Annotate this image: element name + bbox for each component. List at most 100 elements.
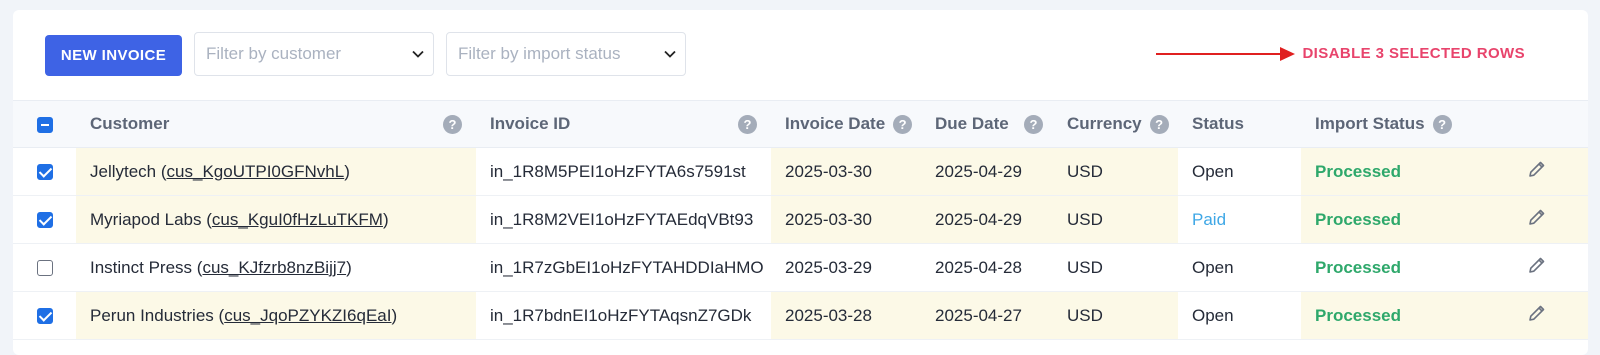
header-due-date-label: Due Date: [935, 114, 1009, 133]
import-status-cell: Processed: [1301, 195, 1486, 244]
due-date-cell: 2025-04-27: [921, 291, 1053, 340]
header-status: Status: [1178, 100, 1301, 148]
customer-filter-placeholder: Filter by customer: [206, 44, 342, 63]
due-date-cell: 2025-04-29: [921, 147, 1053, 196]
pencil-icon[interactable]: [1527, 305, 1547, 327]
new-invoice-button[interactable]: NEW INVOICE: [45, 35, 182, 76]
header-import-status: Import Status ?: [1301, 100, 1486, 148]
invoice-id-cell: in_1R7bdnEI1oHzFYTAqsnZ7GDk: [476, 291, 771, 340]
import-status-cell: Processed: [1301, 243, 1486, 292]
select-all-checkbox[interactable]: [36, 116, 53, 133]
select-all-header: [13, 100, 76, 148]
help-icon[interactable]: ?: [1149, 114, 1169, 134]
help-icon[interactable]: ?: [1432, 114, 1452, 134]
import-status-cell: Processed: [1301, 291, 1486, 340]
chevron-down-icon: [403, 50, 433, 58]
row-checkbox[interactable]: [36, 212, 53, 229]
customer-name: Perun Industries: [90, 305, 214, 325]
currency-cell: USD: [1053, 195, 1178, 244]
chevron-down-icon: [655, 50, 685, 58]
help-icon[interactable]: ?: [443, 114, 462, 134]
pencil-icon[interactable]: [1527, 257, 1547, 279]
status-cell: Open: [1178, 291, 1301, 340]
customer-filter-select[interactable]: Filter by customer: [194, 32, 434, 76]
header-invoice-id-label: Invoice ID: [490, 114, 571, 133]
currency-cell: USD: [1053, 243, 1178, 292]
customer-paren-close: ): [382, 209, 389, 229]
customer-cell: Jellytech (cus_KgoUTPI0GFNvhL): [76, 147, 476, 196]
row-select-cell: [13, 147, 76, 196]
customer-id-link[interactable]: cus_KguI0fHzLuTKFM: [212, 210, 383, 229]
customer-paren-close: ): [391, 305, 398, 325]
invoice-date-cell: 2025-03-28: [771, 291, 921, 340]
customer-paren-close: ): [346, 257, 352, 277]
row-checkbox[interactable]: [36, 164, 53, 181]
header-actions: [1486, 100, 1588, 148]
disable-selected-rows-button[interactable]: DISABLE 3 SELECTED ROWS: [1302, 45, 1525, 62]
customer-name: Myriapod Labs: [90, 209, 202, 229]
status-cell: Open: [1178, 147, 1301, 196]
import-status-badge: Processed: [1315, 305, 1401, 325]
row-checkbox[interactable]: [36, 308, 53, 325]
invoice-id-cell: in_1R8M2VEI1oHzFYTAEdqVBt93: [476, 195, 771, 244]
header-invoice-date: Invoice Date ?: [771, 100, 921, 148]
invoice-date-cell: 2025-03-30: [771, 195, 921, 244]
header-currency-label: Currency: [1067, 114, 1142, 133]
customer-name: Instinct Press: [90, 257, 193, 277]
pencil-icon[interactable]: [1527, 161, 1547, 183]
currency-cell: USD: [1053, 147, 1178, 196]
pencil-icon[interactable]: [1527, 209, 1547, 231]
import-status-filter-select[interactable]: Filter by import status: [446, 32, 686, 76]
customer-cell: Myriapod Labs (cus_KguI0fHzLuTKFM): [76, 195, 476, 244]
row-select-cell: [13, 195, 76, 244]
header-due-date: Due Date ?: [921, 100, 1053, 148]
header-import-status-label: Import Status: [1315, 114, 1425, 133]
customer-name: Jellytech: [90, 161, 157, 181]
status-cell: Open: [1178, 243, 1301, 292]
customer-id-link[interactable]: cus_JqoPZYKZI6qEaI: [224, 306, 391, 325]
arrow-right-icon: [1156, 47, 1295, 61]
table-row: Perun Industries (cus_JqoPZYKZI6qEaI) in…: [13, 291, 1588, 340]
table-header-row: Customer ? Invoice ID ? Invoice Date ? D…: [13, 100, 1588, 148]
customer-cell: Perun Industries (cus_JqoPZYKZI6qEaI): [76, 291, 476, 340]
due-date-cell: 2025-04-28: [921, 243, 1053, 292]
import-status-cell: Processed: [1301, 147, 1486, 196]
header-invoice-date-label: Invoice Date: [785, 114, 886, 133]
table-row: Instinct Press (cus_KJfzrb8nzBijj7) in_1…: [13, 243, 1588, 292]
table-row: Jellytech (cus_KgoUTPI0GFNvhL) in_1R8M5P…: [13, 147, 1588, 196]
edit-cell: [1486, 243, 1588, 292]
header-customer-label: Customer: [90, 114, 170, 133]
edit-cell: [1486, 195, 1588, 244]
invoice-date-cell: 2025-03-30: [771, 147, 921, 196]
header-status-label: Status: [1192, 114, 1244, 133]
status-cell: Paid: [1178, 195, 1301, 244]
edit-cell: [1486, 291, 1588, 340]
row-checkbox[interactable]: [36, 260, 53, 277]
import-status-badge: Processed: [1315, 209, 1401, 229]
import-filter-placeholder: Filter by import status: [458, 44, 621, 63]
invoices-table: Customer ? Invoice ID ? Invoice Date ? D…: [13, 100, 1588, 340]
currency-cell: USD: [1053, 291, 1178, 340]
invoice-id-cell: in_1R8M5PEI1oHzFYTA6s7591st: [476, 147, 771, 196]
edit-cell: [1486, 147, 1588, 196]
customer-id-link[interactable]: cus_KJfzrb8nzBijj7: [202, 258, 346, 277]
import-status-badge: Processed: [1315, 161, 1401, 181]
help-icon[interactable]: ?: [738, 114, 757, 134]
toolbar: NEW INVOICE Filter by customer Filter by…: [13, 10, 1588, 100]
row-select-cell: [13, 243, 76, 292]
invoice-id-cell: in_1R7zGbEI1oHzFYTAHDDIaHMO: [476, 243, 771, 292]
customer-paren-close: ): [344, 161, 350, 181]
header-customer: Customer ?: [76, 100, 476, 148]
customer-id-link[interactable]: cus_KgoUTPI0GFNvhL: [167, 162, 345, 181]
table-row: Myriapod Labs (cus_KguI0fHzLuTKFM) in_1R…: [13, 195, 1588, 244]
invoices-card: NEW INVOICE Filter by customer Filter by…: [13, 10, 1588, 355]
customer-cell: Instinct Press (cus_KJfzrb8nzBijj7): [76, 243, 476, 292]
import-status-badge: Processed: [1315, 257, 1401, 277]
row-select-cell: [13, 291, 76, 340]
header-invoice-id: Invoice ID ?: [476, 100, 771, 148]
help-icon[interactable]: ?: [1024, 114, 1043, 134]
header-currency: Currency ?: [1053, 100, 1178, 148]
due-date-cell: 2025-04-29: [921, 195, 1053, 244]
help-icon[interactable]: ?: [893, 114, 913, 134]
invoice-date-cell: 2025-03-29: [771, 243, 921, 292]
